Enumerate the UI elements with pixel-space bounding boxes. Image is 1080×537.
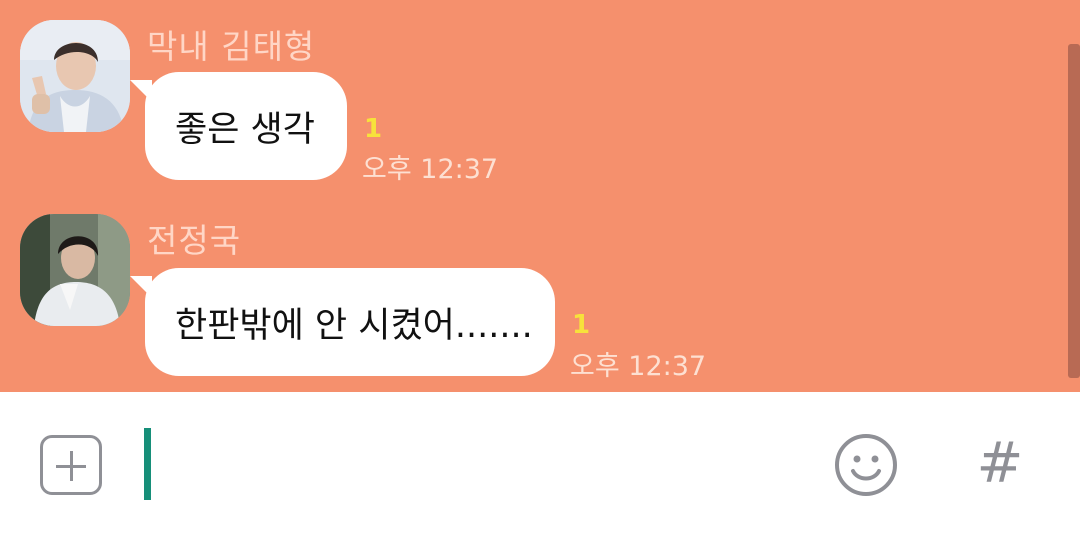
smiley-icon bbox=[835, 434, 897, 496]
avatar[interactable] bbox=[20, 214, 130, 326]
unread-count: 1 bbox=[572, 310, 591, 340]
unread-count: 1 bbox=[364, 114, 383, 144]
chat-area[interactable]: 막내 김태형 좋은 생각 1 오후 12:37 전정국 한판밖에 안 시켰어..… bbox=[0, 0, 1080, 392]
sender-name: 전정국 bbox=[147, 221, 242, 260]
message-bubble[interactable]: 좋은 생각 bbox=[145, 72, 347, 180]
scrollbar[interactable] bbox=[1068, 44, 1080, 378]
input-bar bbox=[0, 392, 1080, 537]
message-input-cursor[interactable] bbox=[144, 428, 151, 500]
sender-name: 막내 김태형 bbox=[147, 27, 316, 66]
hashtag-button[interactable]: # bbox=[974, 432, 1026, 496]
add-attachment-button[interactable] bbox=[40, 435, 102, 495]
message-time: 오후 12:37 bbox=[570, 351, 707, 382]
message-bubble[interactable]: 한판밖에 안 시켰어....... bbox=[145, 268, 555, 376]
emoji-button[interactable] bbox=[834, 433, 898, 497]
message-time: 오후 12:37 bbox=[362, 154, 499, 185]
avatar[interactable] bbox=[20, 20, 130, 132]
